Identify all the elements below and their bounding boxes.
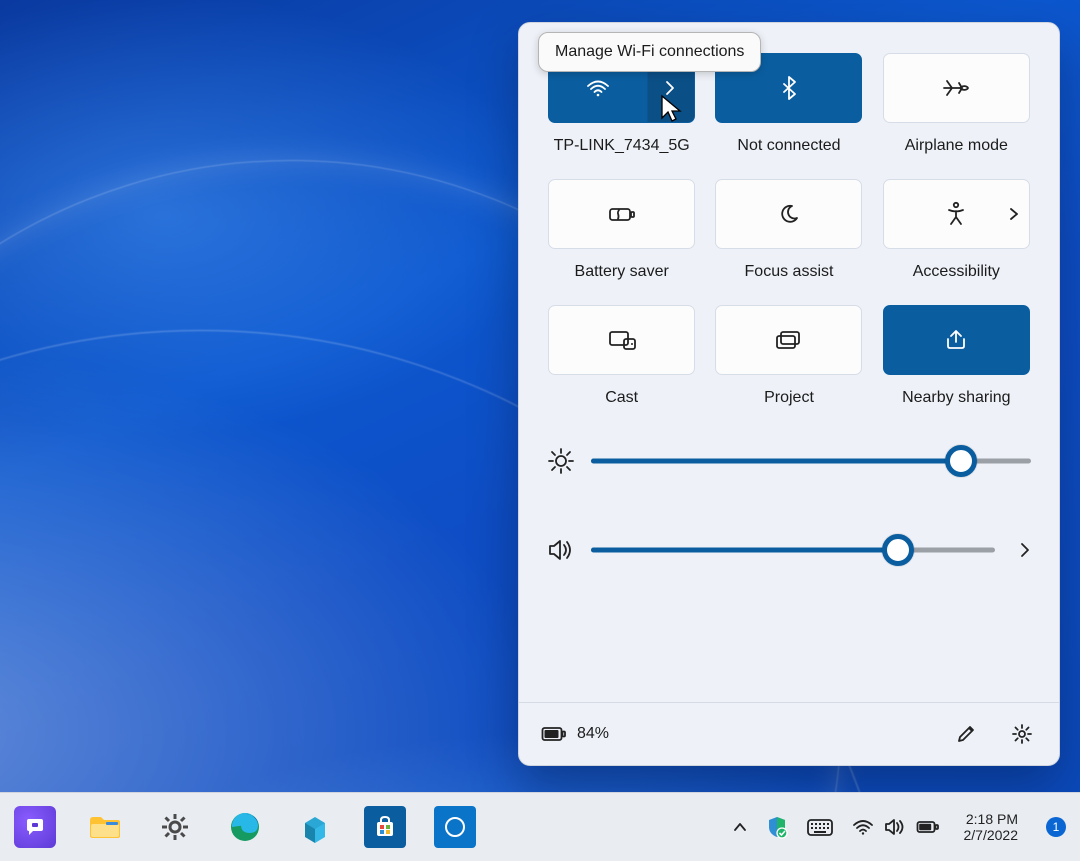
taskbar-app-edge[interactable] — [224, 806, 266, 848]
desktop-wallpaper: TP-LINK_7434_5G Not connected — [0, 0, 1080, 861]
focus-assist-label: Focus assist — [745, 263, 834, 281]
battery-saver-tile: Battery saver — [547, 179, 696, 281]
cast-icon — [607, 329, 637, 351]
bluetooth-label: Not connected — [737, 137, 840, 155]
settings-button[interactable] — [1007, 719, 1037, 749]
taskbar-clock[interactable]: 2:18 PM 2/7/2022 — [964, 811, 1019, 843]
mouse-cursor — [660, 94, 682, 124]
clock-time: 2:18 PM — [966, 811, 1018, 827]
battery-icon — [541, 726, 567, 742]
cast-label: Cast — [605, 389, 638, 407]
airplane-toggle-button[interactable] — [883, 53, 1030, 123]
notification-count: 1 — [1053, 820, 1060, 834]
bluetooth-icon — [780, 75, 798, 101]
battery-saver-toggle-button[interactable] — [548, 179, 695, 249]
notification-badge[interactable]: 1 — [1046, 817, 1066, 837]
cast-button[interactable] — [548, 305, 695, 375]
wifi-label: TP-LINK_7434_5G — [554, 137, 690, 155]
volume-row — [547, 537, 1031, 563]
tray-keyboard-icon[interactable] — [806, 817, 834, 837]
slider-thumb[interactable] — [945, 445, 977, 477]
taskbar-app-chat[interactable] — [14, 806, 56, 848]
brightness-icon — [547, 447, 575, 475]
focus-assist-tile: Focus assist — [714, 179, 863, 281]
nearby-sharing-tile: Nearby sharing — [882, 305, 1031, 407]
clock-date: 2/7/2022 — [964, 827, 1019, 843]
volume-output-button[interactable] — [1019, 541, 1031, 559]
volume-slider[interactable] — [591, 540, 995, 560]
tray-expand-button[interactable] — [732, 821, 748, 833]
focus-assist-toggle-button[interactable] — [715, 179, 862, 249]
taskbar-app-explorer[interactable] — [84, 806, 126, 848]
nearby-sharing-label: Nearby sharing — [902, 389, 1011, 407]
battery-percent-text: 84% — [577, 725, 609, 743]
taskbar-app-dell[interactable] — [434, 806, 476, 848]
volume-icon — [884, 817, 906, 837]
chevron-right-icon — [1009, 206, 1019, 222]
tooltip-text: Manage Wi-Fi connections — [555, 43, 744, 60]
battery-status[interactable]: 84% — [541, 725, 609, 743]
tray-network-group[interactable] — [852, 817, 940, 837]
wifi-icon — [852, 818, 874, 836]
battery-saver-label: Battery saver — [575, 263, 669, 281]
cast-tile: Cast — [547, 305, 696, 407]
brightness-row — [547, 447, 1031, 475]
airplane-tile: Airplane mode — [882, 53, 1031, 155]
taskbar-app-unknown-1[interactable] — [294, 806, 336, 848]
nearby-sharing-toggle-button[interactable] — [883, 305, 1030, 375]
volume-icon — [547, 537, 575, 563]
quick-settings-panel: TP-LINK_7434_5G Not connected — [518, 22, 1060, 766]
panel-footer: 84% — [519, 702, 1059, 765]
taskbar-app-store[interactable] — [364, 806, 406, 848]
project-icon — [774, 329, 804, 351]
pencil-icon — [955, 723, 977, 745]
taskbar: 2:18 PM 2/7/2022 1 — [0, 792, 1080, 861]
slider-thumb[interactable] — [882, 534, 914, 566]
accessibility-icon — [944, 201, 968, 227]
project-button[interactable] — [715, 305, 862, 375]
accessibility-tile: Accessibility — [882, 179, 1031, 281]
tooltip: Manage Wi-Fi connections — [538, 32, 761, 72]
airplane-label: Airplane mode — [905, 137, 1008, 155]
airplane-icon — [941, 76, 971, 100]
taskbar-app-settings[interactable] — [154, 806, 196, 848]
battery-icon — [916, 820, 940, 834]
share-icon — [943, 328, 969, 352]
tray-security-icon[interactable] — [766, 815, 788, 839]
brightness-slider[interactable] — [591, 451, 1031, 471]
project-label: Project — [764, 389, 814, 407]
battery-saver-icon — [607, 204, 637, 224]
accessibility-label: Accessibility — [913, 263, 1000, 281]
wifi-icon — [585, 78, 611, 98]
edit-button[interactable] — [951, 719, 981, 749]
moon-icon — [777, 202, 801, 226]
accessibility-toggle-button[interactable] — [883, 179, 1030, 249]
project-tile: Project — [714, 305, 863, 407]
gear-icon — [1011, 723, 1033, 745]
